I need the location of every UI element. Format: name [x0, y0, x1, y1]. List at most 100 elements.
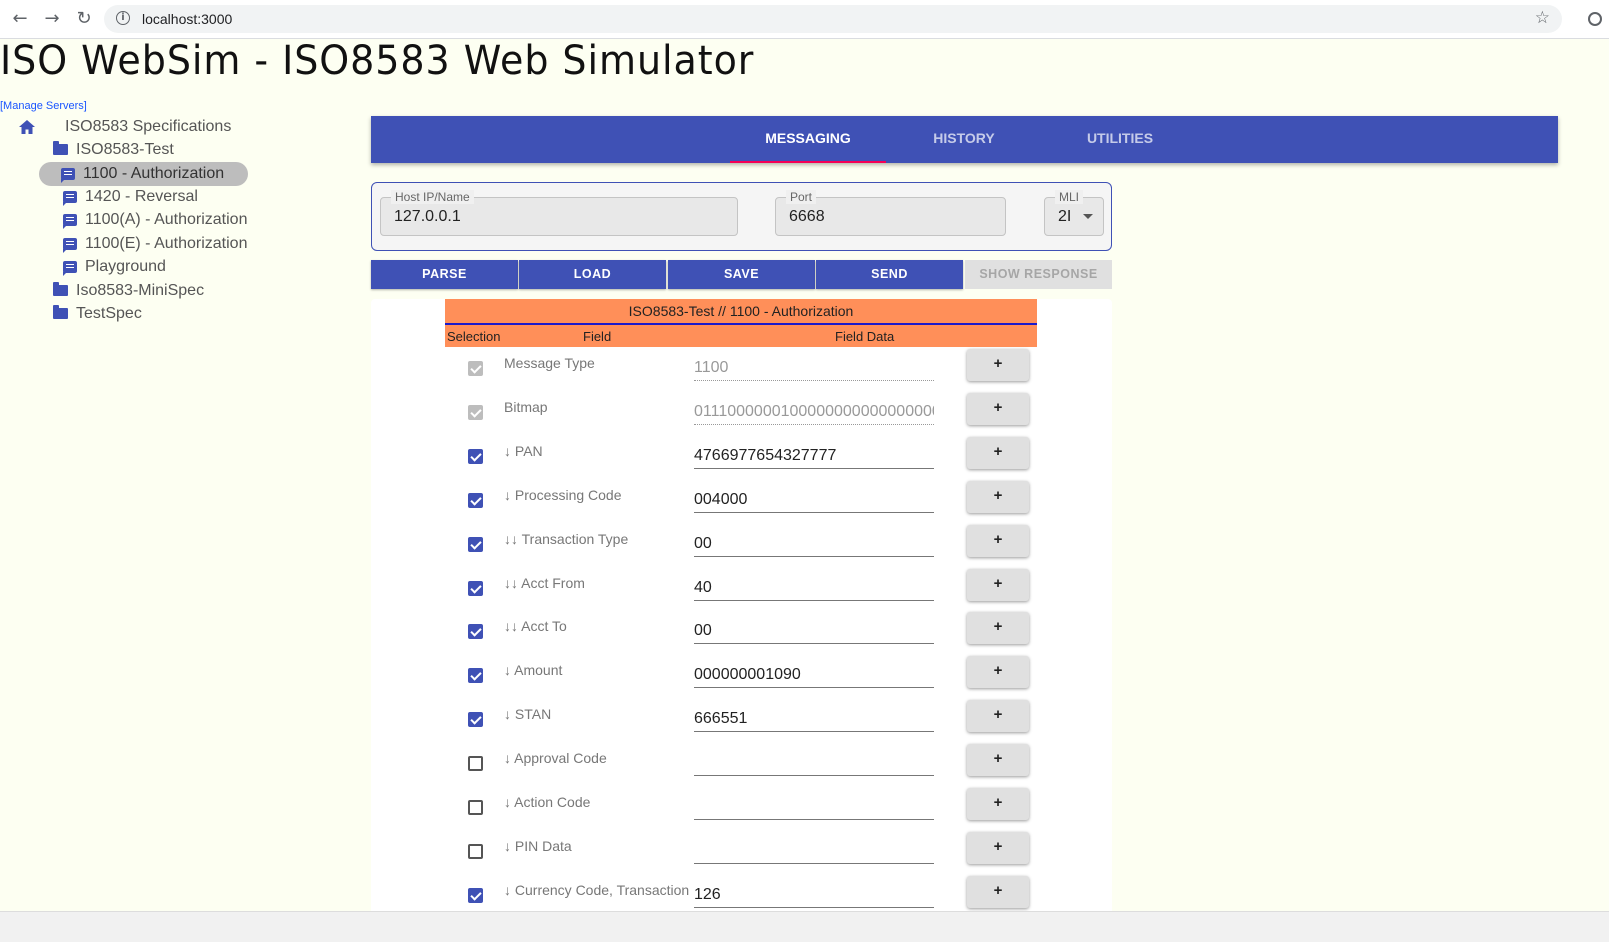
- field-data-input[interactable]: 00: [694, 614, 934, 644]
- send-button[interactable]: SEND: [816, 260, 963, 289]
- field-data-input[interactable]: [694, 746, 934, 776]
- port-value: 6668: [789, 208, 825, 225]
- field-checkbox[interactable]: [468, 493, 483, 508]
- tree-item-label: 1420 - Reversal: [85, 188, 198, 205]
- app-title: ISO WebSim - ISO8583 Web Simulator: [0, 38, 755, 84]
- expand-field-button[interactable]: +: [967, 832, 1029, 864]
- reload-icon[interactable]: ↻: [73, 8, 95, 30]
- back-icon[interactable]: ←: [9, 8, 31, 30]
- field-checkbox[interactable]: [468, 537, 483, 552]
- expand-field-button[interactable]: +: [967, 876, 1029, 908]
- tree-item-label: 1100(E) - Authorization: [85, 235, 248, 252]
- field-name: ↓↓ Acct To: [504, 618, 567, 634]
- table-header: Selection Field Field Data: [445, 325, 1037, 347]
- expand-field-button[interactable]: +: [967, 700, 1029, 732]
- tab-messaging[interactable]: MESSAGING: [730, 116, 886, 163]
- bookmark-star-icon[interactable]: ☆: [1535, 8, 1550, 28]
- message-icon: [63, 237, 77, 253]
- table-row: ↓ PAN 4766977654327777 +: [445, 437, 1045, 481]
- field-data-input[interactable]: 126: [694, 878, 934, 908]
- expand-field-button[interactable]: +: [967, 525, 1029, 557]
- field-data-input[interactable]: [694, 834, 934, 864]
- tree-item-playground[interactable]: Playground: [63, 255, 166, 279]
- field-data-input[interactable]: 004000: [694, 483, 934, 513]
- tree-item-1100a-authorization[interactable]: 1100(A) - Authorization: [63, 208, 247, 232]
- table-row: ↓↓ Transaction Type 00 +: [445, 525, 1045, 569]
- tree-folder-label: Iso8583-MiniSpec: [76, 282, 205, 299]
- field-name: Bitmap: [504, 399, 548, 415]
- expand-field-button[interactable]: +: [967, 393, 1029, 425]
- tree-root[interactable]: ISO8583 Specifications: [65, 115, 231, 139]
- host-field[interactable]: Host IP/Name 127.0.0.1: [380, 190, 738, 236]
- expand-field-button[interactable]: +: [967, 788, 1029, 820]
- field-checkbox[interactable]: [468, 624, 483, 639]
- tree-item-1100e-authorization[interactable]: 1100(E) - Authorization: [63, 232, 247, 256]
- connection-panel: Host IP/Name 127.0.0.1 Port 6668 MLI 2I: [371, 182, 1112, 251]
- save-button[interactable]: SAVE: [668, 260, 815, 289]
- field-data-input[interactable]: 40: [694, 571, 934, 601]
- tree-folder-iso8583-minispec[interactable]: Iso8583-MiniSpec: [53, 279, 204, 303]
- parse-button[interactable]: PARSE: [371, 260, 518, 289]
- field-name: ↓ Action Code: [504, 794, 591, 810]
- window-bottom-edge: [0, 911, 1609, 942]
- forward-icon[interactable]: →: [41, 8, 63, 30]
- tab-history[interactable]: HISTORY: [886, 116, 1042, 163]
- field-data-input[interactable]: [694, 790, 934, 820]
- expand-field-button[interactable]: +: [967, 349, 1029, 381]
- manage-servers-link[interactable]: [Manage Servers]: [0, 100, 87, 112]
- field-checkbox[interactable]: [468, 800, 483, 815]
- message-title: ISO8583-Test // 1100 - Authorization: [445, 299, 1037, 325]
- field-data-input[interactable]: 000000001090: [694, 658, 934, 688]
- table-row: ↓ Processing Code 004000 +: [445, 481, 1045, 525]
- tree-item-1420-reversal[interactable]: 1420 - Reversal: [63, 185, 198, 209]
- info-icon[interactable]: i: [116, 11, 130, 25]
- chevron-down-icon: [1083, 214, 1093, 219]
- tab-utilities[interactable]: UTILITIES: [1042, 116, 1198, 163]
- tree-item-1100-authorization[interactable]: 1100 - Authorization: [39, 162, 249, 186]
- field-data-input: 0111000000100000000000000000: [694, 395, 934, 425]
- field-data-input[interactable]: 4766977654327777: [694, 439, 934, 469]
- tree-folder-label: TestSpec: [76, 305, 142, 322]
- field-checkbox[interactable]: [468, 581, 483, 596]
- field-checkbox[interactable]: [468, 888, 483, 903]
- table-row: ↓↓ Acct To 00 +: [445, 612, 1045, 656]
- field-checkbox[interactable]: [468, 668, 483, 683]
- field-name: ↓ Processing Code: [504, 487, 622, 503]
- port-label: Port: [786, 190, 817, 204]
- expand-field-button[interactable]: +: [967, 656, 1029, 688]
- col-selection: Selection: [447, 329, 501, 344]
- load-button[interactable]: LOAD: [519, 260, 666, 289]
- field-checkbox[interactable]: [468, 756, 483, 771]
- field-checkbox[interactable]: [468, 449, 483, 464]
- table-row: ↓ Approval Code +: [445, 744, 1045, 788]
- message-icon: [63, 190, 77, 206]
- field-name: Message Type: [504, 355, 595, 371]
- browser-toolbar: ← → ↻ i localhost:3000 ☆: [0, 0, 1609, 39]
- tree-folder-testspec[interactable]: TestSpec: [53, 302, 142, 326]
- expand-field-button[interactable]: +: [967, 612, 1029, 644]
- port-field[interactable]: Port 6668: [775, 190, 1006, 236]
- mli-select[interactable]: MLI 2I: [1044, 190, 1104, 236]
- tree-folder-iso8583-test[interactable]: ISO8583-Test: [53, 138, 174, 162]
- expand-field-button[interactable]: +: [967, 744, 1029, 776]
- folder-icon: [53, 141, 68, 156]
- expand-field-button[interactable]: +: [967, 569, 1029, 601]
- expand-field-button[interactable]: +: [967, 437, 1029, 469]
- home-icon[interactable]: [19, 120, 35, 134]
- show-response-button[interactable]: SHOW RESPONSE: [965, 260, 1112, 289]
- folder-icon: [53, 305, 68, 320]
- field-data-input[interactable]: 666551: [694, 702, 934, 732]
- tree-item-label: 1100(A) - Authorization: [85, 211, 248, 228]
- field-checkbox: [468, 405, 483, 420]
- field-name: ↓ Currency Code, Transaction: [504, 882, 690, 898]
- action-bar: PARSE LOAD SAVE SEND SHOW RESPONSE: [371, 260, 1112, 289]
- expand-field-button[interactable]: +: [967, 481, 1029, 513]
- field-checkbox[interactable]: [468, 712, 483, 727]
- tree-folder-label: ISO8583-Test: [76, 141, 174, 158]
- field-name: ↓↓ Transaction Type: [504, 531, 629, 547]
- field-checkbox[interactable]: [468, 844, 483, 859]
- mli-label: MLI: [1055, 190, 1084, 204]
- profile-icon[interactable]: [1588, 12, 1602, 26]
- field-data-input[interactable]: 00: [694, 527, 934, 557]
- address-bar[interactable]: i localhost:3000 ☆: [104, 5, 1562, 33]
